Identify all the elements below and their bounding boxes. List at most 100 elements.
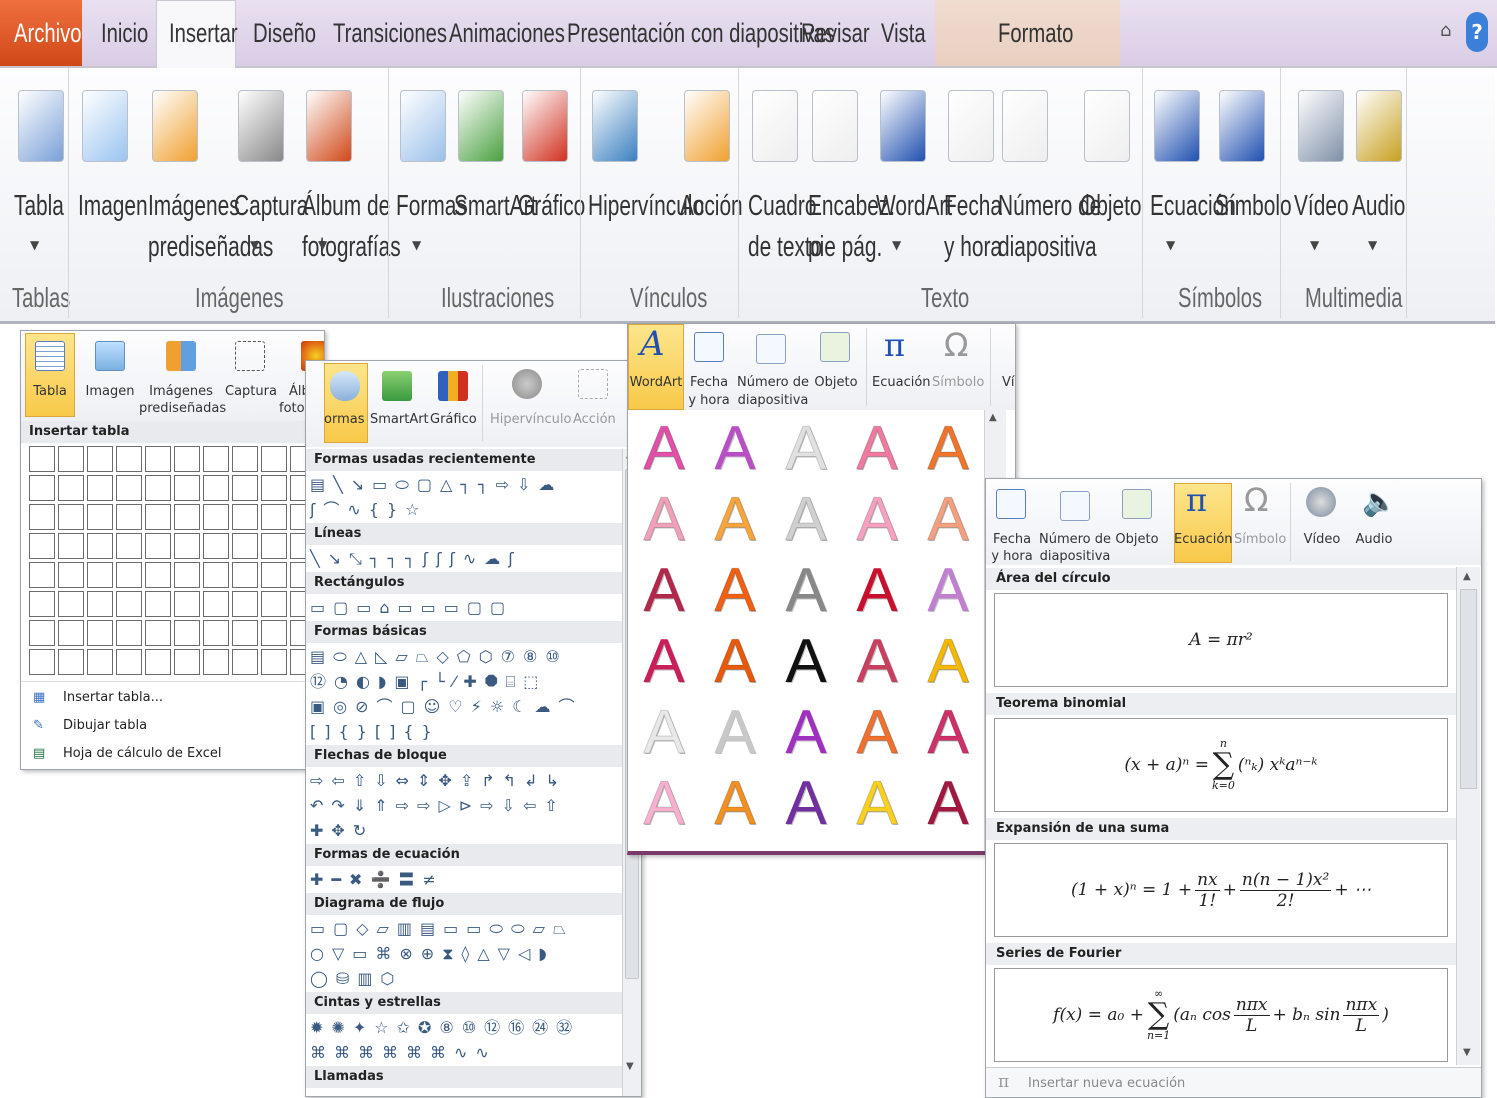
wordart-style[interactable]: A: [705, 770, 765, 837]
formas-button[interactable]: Formas ▼: [396, 68, 467, 278]
smartart-button[interactable]: SmartArt: [370, 411, 429, 428]
table-grid-cell[interactable]: [29, 562, 55, 588]
fecha-hora-button[interactable]: Fecha y hora: [944, 68, 1004, 278]
grafico-button[interactable]: Gráfico: [430, 411, 477, 428]
table-grid-cell[interactable]: [261, 475, 287, 501]
wordart-style[interactable]: A: [776, 700, 836, 766]
wordart-style[interactable]: A: [634, 486, 694, 553]
table-grid-cell[interactable]: [174, 504, 200, 530]
table-grid-cell[interactable]: [58, 591, 84, 617]
audio-button[interactable]: Audio ▼: [1352, 68, 1412, 278]
wordart-style[interactable]: A: [634, 415, 694, 482]
table-grid-cell[interactable]: [261, 591, 287, 617]
table-grid-cell[interactable]: [87, 591, 113, 617]
table-grid-cell[interactable]: [232, 475, 258, 501]
table-grid-cell[interactable]: [203, 649, 229, 675]
ecuacion-button[interactable]: Ecuación ▼: [1150, 68, 1236, 278]
table-grid-cell[interactable]: [232, 533, 258, 559]
excel-sheet-item[interactable]: ▤ Hoja de cálculo de Excel: [21, 741, 324, 767]
table-grid-cell[interactable]: [145, 475, 171, 501]
table-grid-cell[interactable]: [174, 562, 200, 588]
table-grid-cell[interactable]: [232, 591, 258, 617]
table-grid-cell[interactable]: [29, 504, 55, 530]
table-grid-cell[interactable]: [87, 649, 113, 675]
wordart-style[interactable]: A: [776, 558, 836, 624]
wordart-style[interactable]: A: [847, 415, 907, 482]
table-grid-cell[interactable]: [87, 446, 113, 472]
smartart-button[interactable]: SmartArt: [454, 68, 536, 278]
table-grid-cell[interactable]: [203, 533, 229, 559]
table-grid-cell[interactable]: [261, 446, 287, 472]
tab-insertar[interactable]: Insertar: [169, 0, 238, 66]
table-grid-cell[interactable]: [261, 562, 287, 588]
wordart-style[interactable]: A: [705, 628, 765, 695]
shape-row[interactable]: ✚✥↻: [310, 819, 374, 843]
shape-row[interactable]: ○▽▭⌘⊗⊕⧗◊△▽◁◗: [310, 942, 555, 966]
tab-transiciones[interactable]: Transiciones: [333, 0, 447, 66]
tab-diseno[interactable]: Diseño: [253, 0, 316, 66]
table-grid-cell[interactable]: [29, 533, 55, 559]
encabezado-button[interactable]: Encabez. pie pág.: [808, 68, 895, 278]
table-grid-cell[interactable]: [58, 533, 84, 559]
table-grid-cell[interactable]: [29, 591, 55, 617]
table-grid-cell[interactable]: [174, 620, 200, 646]
table-grid-cell[interactable]: [87, 475, 113, 501]
table-grid-cell[interactable]: [145, 533, 171, 559]
objeto-button[interactable]: Objeto: [1080, 68, 1142, 278]
table-grid-cell[interactable]: [174, 446, 200, 472]
wordart-style[interactable]: A: [705, 700, 765, 766]
table-grid-cell[interactable]: [87, 533, 113, 559]
wordart-style[interactable]: A: [918, 486, 978, 553]
tab-formato[interactable]: Formato: [998, 0, 1073, 66]
ecuacion-button[interactable]: Ecuación: [872, 374, 931, 391]
table-grid-cell[interactable]: [203, 475, 229, 501]
table-grid-cell[interactable]: [145, 620, 171, 646]
imagenes-prediseñadas-button[interactable]: Imágenes prediseñadas: [148, 68, 273, 278]
insertar-tabla-item[interactable]: ▦ Insertar tabla...: [21, 685, 324, 711]
table-grid-cell[interactable]: [145, 504, 171, 530]
tab-presentacion[interactable]: Presentación con diapositivas: [567, 0, 835, 66]
accion-button[interactable]: Acción: [573, 411, 616, 428]
help-button[interactable]: ?: [1466, 12, 1488, 52]
table-grid-cell[interactable]: [116, 504, 142, 530]
wordart-style[interactable]: A: [634, 558, 694, 624]
grafico-button[interactable]: Gráfico: [518, 68, 585, 278]
scroll-down-icon[interactable]: ▼: [626, 1061, 634, 1072]
shape-row[interactable]: ▭▢▭⌂▭▭▭▢▢: [310, 596, 513, 620]
table-grid-cell[interactable]: [232, 620, 258, 646]
audio-button[interactable]: Audio: [1352, 531, 1396, 548]
video-button[interactable]: Vídeo ▼: [1294, 68, 1354, 278]
table-grid-cell[interactable]: [87, 620, 113, 646]
table-grid-cell[interactable]: [58, 562, 84, 588]
minimize-ribbon-icon[interactable]: ⌂: [1440, 20, 1451, 41]
equation-scrollbar[interactable]: ▲ ▼: [1456, 567, 1480, 1065]
tab-archivo[interactable]: Archivo: [14, 0, 82, 66]
shape-row[interactable]: ↶↷⇓⇑⇨⇨▷⊳⇨⇩⇦⇧: [310, 794, 566, 818]
shape-row[interactable]: ⇨⇦⇧⇩⇔⇕✥⇪↱↰↲↳: [310, 769, 567, 793]
table-grid-cell[interactable]: [203, 591, 229, 617]
shape-row[interactable]: ▭▢◇▱▥▤▭▭⬭⬭▱⏢: [310, 917, 574, 941]
wordart-style[interactable]: A: [634, 629, 694, 695]
wordart-style[interactable]: A: [776, 415, 836, 482]
video-button[interactable]: Ví: [1002, 374, 1015, 391]
wordart-style[interactable]: A: [847, 629, 907, 695]
table-grid-cell[interactable]: [58, 504, 84, 530]
shape-row[interactable]: ⑫◔◐◗▣┌└⁄✚⯃⌸⬚: [310, 670, 546, 694]
table-grid-cell[interactable]: [232, 649, 258, 675]
video-button[interactable]: Vídeo: [1302, 531, 1342, 548]
wordart-style[interactable]: A: [918, 628, 978, 695]
simbolo-button[interactable]: Símbolo: [1234, 531, 1286, 548]
table-grid-cell[interactable]: [29, 649, 55, 675]
table-grid-cell[interactable]: [29, 620, 55, 646]
tabla-button[interactable]: Tabla ▼: [14, 68, 74, 278]
table-grid-cell[interactable]: [232, 562, 258, 588]
table-grid-cell[interactable]: [261, 533, 287, 559]
table-grid-cell[interactable]: [261, 620, 287, 646]
shape-row[interactable]: []{}[]{}: [310, 720, 440, 744]
wordart-style[interactable]: A: [776, 771, 836, 837]
eq-circle-area[interactable]: A = πr²: [994, 593, 1448, 687]
table-grid-cell[interactable]: [174, 475, 200, 501]
wordart-style[interactable]: A: [705, 557, 765, 624]
insert-new-equation[interactable]: π Insertar nueva ecuación: [986, 1067, 1481, 1097]
simbolo-button[interactable]: Símbolo: [1215, 68, 1292, 278]
